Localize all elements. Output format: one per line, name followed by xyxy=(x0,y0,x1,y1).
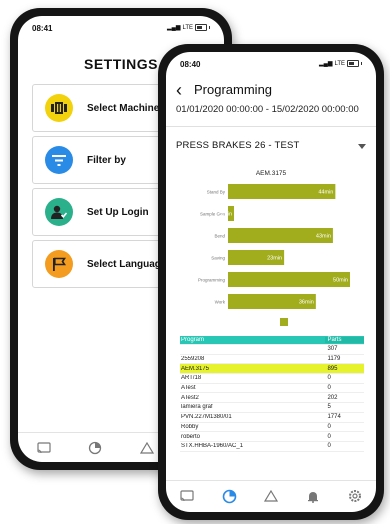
column-header: Parts xyxy=(325,337,364,343)
network-label: LTE xyxy=(334,60,345,67)
table-row[interactable]: PVN.227M1380/01 1774 xyxy=(180,413,364,423)
parts-count: 307 xyxy=(327,346,338,353)
machine-dropdown[interactable]: PRESS BRAKES 26 - TEST xyxy=(176,134,366,156)
category-label: Saving xyxy=(211,256,225,261)
signal-icon: ▂▄▆ xyxy=(318,61,333,67)
table-row[interactable]: 2559208 1179 xyxy=(180,355,364,365)
program-name: STX.HHBA-1960/AC_1 xyxy=(181,443,244,450)
parts-count: 202 xyxy=(327,394,338,401)
recycle-icon[interactable] xyxy=(138,439,156,457)
bell-icon[interactable] xyxy=(304,487,322,505)
status-time: 08:41 xyxy=(32,24,53,33)
value-label: 44min xyxy=(318,190,333,196)
table-row[interactable]: roberto 0 xyxy=(180,432,364,442)
parts-count: 0 xyxy=(327,385,331,392)
program-name: 2559208 xyxy=(181,356,205,363)
legend-swatch xyxy=(280,318,288,326)
value-label: 2min xyxy=(220,212,232,218)
cast-icon[interactable] xyxy=(178,487,196,505)
chart-icon[interactable] xyxy=(220,487,238,505)
menu-item-label: Set Up Login xyxy=(87,206,149,218)
page-title: Programming xyxy=(194,82,273,97)
table-row[interactable]: AEM.3175 895 xyxy=(180,364,364,375)
program-name: roberto xyxy=(181,433,201,440)
table-row[interactable]: lamiera graf 5 xyxy=(180,403,364,413)
parts-count: 0 xyxy=(327,443,331,450)
value-label: 50min xyxy=(333,278,348,284)
battery-icon xyxy=(195,24,207,31)
flag-icon xyxy=(45,250,73,278)
battery-icon xyxy=(347,60,359,67)
table-row[interactable]: ATest 0 xyxy=(180,384,364,394)
table-row[interactable]: Robby 0 xyxy=(180,423,364,433)
parts-count: 5 xyxy=(327,404,331,411)
category-label: Bend xyxy=(214,234,225,239)
chart-title: AEM.3175 xyxy=(255,170,287,177)
status-bar: 08:40 ▂▄▆ LTE xyxy=(166,60,376,72)
program-name: AEM.3175 xyxy=(181,365,210,372)
category-label: Programming xyxy=(198,278,226,283)
category-label: Stand By xyxy=(207,190,226,195)
menu-item-label: Filter by xyxy=(87,154,126,166)
menu-item-label: Select Machine xyxy=(87,102,160,114)
table-row[interactable]: ART/18 0 xyxy=(180,374,364,384)
table-row[interactable]: 307 xyxy=(180,345,364,355)
table-row[interactable]: STX.HHBA-1960/AC_1 0 xyxy=(180,442,364,452)
gear-icon[interactable] xyxy=(346,487,364,505)
category-label: Work xyxy=(215,300,226,305)
program-name: lamiera graf xyxy=(181,404,213,411)
parts-count: 1774 xyxy=(327,414,341,421)
status-time: 08:40 xyxy=(180,60,201,69)
value-label: 36min xyxy=(299,300,314,306)
chart-icon[interactable] xyxy=(86,439,104,457)
recycle-icon[interactable] xyxy=(262,487,280,505)
machine-name: PRESS BRAKES 26 - TEST xyxy=(176,139,300,151)
time-bar-chart: Stand By 44minSample Gen2minBend 43minSavi… xyxy=(198,184,350,326)
programming-screen: 08:40 ▂▄▆ LTE ‹ Programming 01/01/2020 0… xyxy=(166,52,376,512)
program-name: PVN.227M1380/01 xyxy=(181,414,232,421)
tab-bar xyxy=(166,480,376,511)
parts-count: 1179 xyxy=(327,356,341,363)
program-name: ATest xyxy=(181,385,196,392)
signal-icon: ▂▄▆ xyxy=(166,25,181,31)
program-name: ATest2 xyxy=(181,394,199,401)
bar[interactable] xyxy=(228,272,350,287)
date-range: 01/01/2020 00:00:00 - 15/02/2020 00:00:0… xyxy=(176,104,359,115)
user-login-icon xyxy=(45,198,73,226)
value-label: 23min xyxy=(267,256,282,262)
phone-programming: 08:40 ▂▄▆ LTE ‹ Programming 01/01/2020 0… xyxy=(158,44,384,520)
chevron-down-icon xyxy=(358,136,366,154)
status-bar: 08:41 ▂▄▆ LTE xyxy=(18,24,224,36)
parts-count: 0 xyxy=(327,433,331,440)
menu-item-label: Select Language xyxy=(87,258,167,270)
program-name: Robby xyxy=(181,423,199,430)
parts-count: 895 xyxy=(327,365,338,372)
back-chevron-icon[interactable]: ‹ xyxy=(176,80,182,101)
column-header: Program xyxy=(181,337,205,343)
cast-icon[interactable] xyxy=(35,439,53,457)
parts-count: 0 xyxy=(327,375,331,382)
parts-count: 0 xyxy=(327,423,331,430)
divider xyxy=(166,126,376,127)
machine-icon xyxy=(45,94,73,122)
table-row[interactable]: ATest2 202 xyxy=(180,393,364,404)
table-header: Program Parts xyxy=(180,336,364,345)
filter-icon xyxy=(45,146,73,174)
value-label: 43min xyxy=(316,234,331,240)
network-label: LTE xyxy=(182,24,193,31)
program-table: Program Parts 307 2559208 1179 AEM.3175 895 A… xyxy=(180,336,364,452)
program-name: ART/18 xyxy=(181,375,202,382)
